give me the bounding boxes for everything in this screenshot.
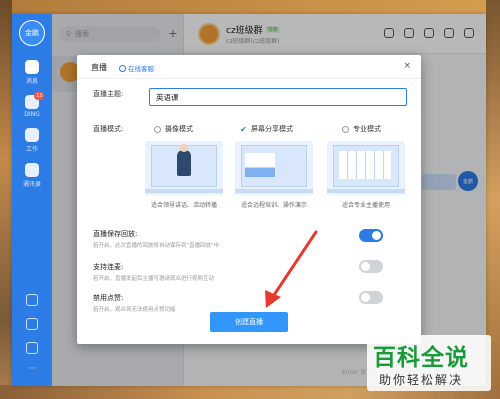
sidebar: 金鹏 消息 13 DING 工作 通讯录 ··· [12, 14, 52, 386]
contacts-icon [25, 163, 39, 177]
camera-mode-illustration[interactable] [145, 141, 223, 195]
mode-option-label: 专业模式 [353, 125, 381, 133]
monitor-base [145, 189, 223, 193]
screen-content-illustration [245, 153, 275, 177]
mode-option-pro[interactable]: 专业模式 [342, 124, 381, 134]
monitor-base [235, 189, 313, 193]
mode-option-camera[interactable]: 摄像模式 [154, 124, 193, 134]
setting-description: 若开启，直播发起后主播可邀请观众进行视频互动 [93, 276, 215, 282]
message-icon [25, 60, 39, 74]
setting-title: 直播保存回放: [93, 230, 138, 238]
disable-likes-toggle[interactable] [359, 291, 383, 304]
online-service-label: 在线客服 [128, 65, 154, 73]
sidebar-item-ding[interactable]: 13 DING [12, 92, 52, 118]
cloud-icon[interactable] [26, 318, 38, 330]
co-host-toggle[interactable] [359, 260, 383, 273]
background-photo-left [0, 0, 12, 399]
mode-option-label: 屏幕分享模式 [251, 125, 293, 133]
setting-title: 禁用点赞: [93, 294, 124, 302]
setting-description: 若开启，观众将无法使用点赞功能 [93, 307, 176, 313]
phone-icon[interactable] [26, 294, 38, 306]
sidebar-item-label: 消息 [25, 78, 38, 85]
presenter-illustration [177, 144, 191, 176]
sidebar-item-label: 通讯录 [22, 181, 41, 188]
monitor-base [327, 189, 405, 193]
watermark-slogan: 助你轻松解决 [379, 373, 464, 387]
screen-grid-illustration [339, 151, 391, 179]
sidebar-item-messages[interactable]: 消息 [12, 60, 52, 85]
replay-toggle[interactable] [359, 229, 383, 242]
watermark-title: 百科全说 [373, 345, 469, 371]
setting-description: 若开启，此次直播的回放将自动保存到"直播回放"中 [93, 243, 220, 249]
headset-icon [119, 64, 126, 72]
dialog-header: 直播 在线客服 × [77, 55, 421, 79]
close-icon[interactable]: × [403, 61, 411, 71]
sidebar-item-work[interactable]: 工作 [12, 128, 52, 153]
sidebar-item-contacts[interactable]: 通讯录 [12, 163, 52, 188]
sidebar-bottom: ··· [12, 294, 52, 378]
sidebar-item-label: 工作 [25, 146, 38, 153]
mode-option-screen-share[interactable]: ✔ 屏幕分享模式 [240, 124, 293, 134]
mode-option-label: 摄像模式 [165, 125, 193, 133]
pro-mode-illustration[interactable] [327, 141, 405, 195]
mail-icon[interactable] [26, 342, 38, 354]
topic-input[interactable] [149, 88, 407, 106]
radio-icon [342, 125, 349, 133]
online-service-link[interactable]: 在线客服 [119, 63, 154, 73]
user-avatar[interactable]: 金鹏 [19, 20, 45, 46]
more-icon[interactable]: ··· [26, 365, 38, 378]
topic-label: 直播主题: [93, 90, 124, 98]
radio-icon [154, 125, 161, 133]
watermark-logo: 百科全说 助你轻松解决 [367, 335, 491, 391]
dialog-title: 直播 [91, 63, 107, 72]
ding-badge: 13 [34, 92, 45, 100]
create-live-button[interactable]: 创建直播 [210, 312, 288, 332]
mode-label: 直播模式: [93, 125, 124, 133]
work-icon [25, 128, 39, 142]
live-stream-dialog: 直播 在线客服 × 直播主题: 直播模式: 摄像模式 ✔ 屏幕分享模式 专业模式… [77, 55, 421, 344]
sidebar-item-label: DING [24, 111, 40, 118]
screen-share-illustration[interactable] [235, 141, 313, 195]
mode-description: 适合专业主播使用 [341, 202, 390, 209]
setting-title: 支持连麦: [93, 263, 124, 271]
checkmark-icon: ✔ [240, 124, 247, 134]
